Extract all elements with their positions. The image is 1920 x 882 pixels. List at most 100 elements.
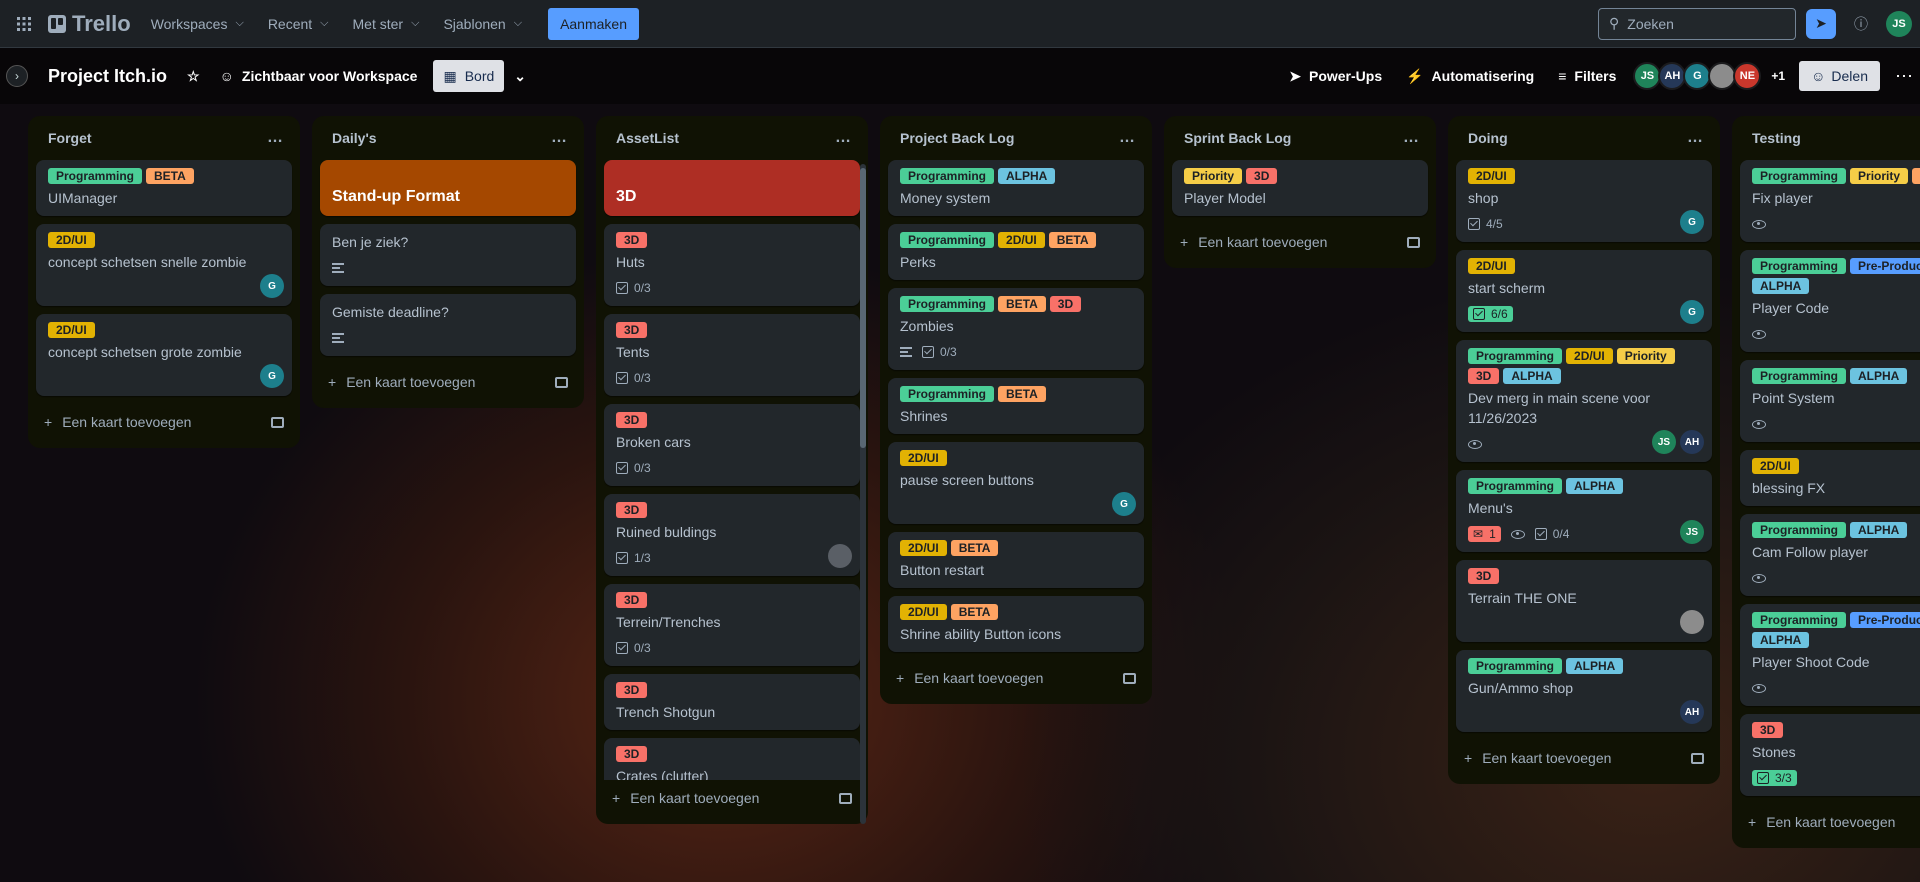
template-icon[interactable] <box>555 376 568 388</box>
label-3d[interactable]: 3D <box>616 682 648 698</box>
card[interactable]: Programming ALPHA Gun/Ammo shop AH <box>1456 650 1712 732</box>
card[interactable]: 2D/UI BETA Shrine ability Button icons <box>888 596 1144 652</box>
menu-templates[interactable]: Sjablonen ⌵ <box>431 8 534 40</box>
search-input[interactable]: ⚲ Zoeken <box>1598 7 1796 40</box>
label-3d[interactable]: 3D <box>616 412 648 428</box>
account-avatar[interactable]: JS <box>1886 10 1912 37</box>
label-priority[interactable]: Priority <box>1850 168 1909 184</box>
star-button[interactable]: ☆ <box>177 60 210 92</box>
menu-starred[interactable]: Met ster ⌵ <box>341 8 432 40</box>
label-3d[interactable]: 3D <box>1752 722 1784 738</box>
label-priority[interactable]: Priority <box>1184 168 1243 184</box>
menu-recent[interactable]: Recent ⌵ <box>256 8 341 40</box>
label-programming[interactable]: Programming <box>900 168 995 184</box>
label-programming[interactable]: Programming <box>900 296 995 312</box>
card[interactable]: 3D <box>604 160 860 216</box>
label-programming[interactable]: Programming <box>1752 522 1847 538</box>
label-programming[interactable]: Programming <box>1468 658 1563 674</box>
more-icon[interactable]: … <box>1119 129 1136 147</box>
label-2d-ui[interactable]: 2D/UI <box>1566 348 1613 364</box>
template-icon[interactable] <box>271 416 284 428</box>
card[interactable]: 2D/UI concept schetsen grote zombie G <box>36 314 292 396</box>
list-scrollbar-thumb[interactable] <box>860 168 866 448</box>
card[interactable]: Programming BETA UIManager <box>36 160 292 216</box>
label-alpha[interactable]: ALPHA <box>998 168 1056 184</box>
member-avatar[interactable]: JS <box>1633 62 1662 90</box>
add-card-button[interactable]: + Een kaart toevoegen <box>1456 740 1712 776</box>
label-2d-ui[interactable]: 2D/UI <box>1468 258 1515 274</box>
card[interactable]: 2D/UI start scherm 6/6 G <box>1456 250 1712 332</box>
card[interactable]: 3D Tents 0/3 <box>604 314 860 396</box>
add-card-button[interactable]: + Een kaart toevoegen <box>604 780 860 816</box>
list-header[interactable]: Doing… <box>1456 116 1712 160</box>
add-card-button[interactable]: + Een kaart toevoegen <box>36 404 292 440</box>
add-card-button[interactable]: + Een kaart toevoegen <box>320 364 576 400</box>
card[interactable]: Programming 2D/UI BETA Perks <box>888 224 1144 280</box>
label-programming[interactable]: Programming <box>1752 612 1847 628</box>
member-avatar[interactable]: AH <box>1680 700 1704 724</box>
label-beta[interactable]: BETA <box>998 296 1046 312</box>
label-3d[interactable]: 3D <box>616 502 648 518</box>
label-programming[interactable]: Programming <box>900 232 995 248</box>
more-icon[interactable]: … <box>1403 129 1420 147</box>
card[interactable]: Programming BETA Shrines <box>888 378 1144 434</box>
label-alpha[interactable]: ALPHA <box>1566 478 1624 494</box>
label-2d-ui[interactable]: 2D/UI <box>1468 168 1515 184</box>
card[interactable]: 3D Terrein/Trenches 0/3 <box>604 584 860 666</box>
template-icon[interactable] <box>1691 752 1704 764</box>
card[interactable]: Gemiste deadline? <box>320 294 576 356</box>
powerups-button[interactable]: ➤ Power-Ups <box>1279 60 1392 92</box>
view-board-button[interactable]: ▦ Bord <box>433 60 505 92</box>
member-avatar[interactable] <box>1680 610 1704 634</box>
trello-logo[interactable]: Trello <box>40 11 139 37</box>
view-switcher-button[interactable]: ⌄ <box>504 60 536 92</box>
member-avatar[interactable]: G <box>260 364 284 388</box>
list-title[interactable]: Project Back Log <box>900 130 1014 146</box>
member-avatar[interactable] <box>1708 62 1737 90</box>
label-alpha[interactable]: ALPHA <box>1752 632 1810 648</box>
label-3d[interactable]: 3D <box>616 592 648 608</box>
list-title[interactable]: AssetList <box>616 130 679 146</box>
add-card-button[interactable]: + Een kaart toevoegen <box>888 660 1144 696</box>
more-icon[interactable]: … <box>267 129 284 147</box>
label-programming[interactable]: Programming <box>1752 368 1847 384</box>
list-header[interactable]: Project Back Log … <box>888 116 1144 160</box>
list-title[interactable]: Sprint Back Log <box>1184 130 1291 146</box>
card[interactable]: Programming ALPHA Point System <box>1740 360 1920 442</box>
list-header[interactable]: Testing… <box>1740 116 1920 160</box>
card[interactable]: 2D/UI blessing FX <box>1740 450 1920 506</box>
label-alpha[interactable]: ALPHA <box>1566 658 1624 674</box>
notifications-button[interactable]: ➤ <box>1806 8 1836 39</box>
card[interactable]: Programming ALPHA Menu's ✉ 1 0/4 JS <box>1456 470 1712 552</box>
list-header[interactable]: Forget… <box>36 116 292 160</box>
label-3d[interactable]: 3D <box>1468 368 1500 384</box>
list-header[interactable]: Sprint Back Log … <box>1172 116 1428 160</box>
card[interactable]: ProgrammingPriorityBETA Fix player <box>1740 160 1920 242</box>
card[interactable]: 3D Broken cars 0/3 <box>604 404 860 486</box>
card[interactable]: Programming ALPHA Cam Follow player <box>1740 514 1920 596</box>
label-3d[interactable]: 3D <box>1246 168 1278 184</box>
label-programming[interactable]: Programming <box>1468 478 1563 494</box>
label-3d[interactable]: 3D <box>1468 568 1500 584</box>
share-button[interactable]: ☺ Delen <box>1799 61 1880 91</box>
member-avatar[interactable]: G <box>260 274 284 298</box>
label-2d-ui[interactable]: 2D/UI <box>900 604 947 620</box>
automation-button[interactable]: ⚡ Automatisering <box>1396 60 1544 92</box>
list-title[interactable]: Daily's <box>332 130 377 146</box>
label-2d-ui[interactable]: 2D/UI <box>998 232 1045 248</box>
card[interactable]: Ben je ziek? <box>320 224 576 286</box>
member-avatar[interactable]: NE <box>1733 62 1762 90</box>
more-icon[interactable]: … <box>1687 129 1704 147</box>
label-2d-ui[interactable]: 2D/UI <box>1752 458 1799 474</box>
card[interactable]: Programming ALPHA Money system <box>888 160 1144 216</box>
card[interactable]: Programming 2D/UI Priority 3D ALPHA Dev merg … <box>1456 340 1712 462</box>
card[interactable]: 3D Huts 0/3 <box>604 224 860 306</box>
member-avatar[interactable]: JS <box>1652 430 1676 454</box>
card[interactable]: ProgrammingPre-Production ALPHA Player Sho… <box>1740 604 1920 706</box>
label-programming[interactable]: Programming <box>1752 258 1847 274</box>
card[interactable]: Programming BETA 3D Zombies 0/3 <box>888 288 1144 370</box>
label-pre-production[interactable]: Pre-Production <box>1850 612 1920 628</box>
label-2d-ui[interactable]: 2D/UI <box>900 540 947 556</box>
member-avatar[interactable] <box>828 544 852 568</box>
label-programming[interactable]: Programming <box>1468 348 1563 364</box>
